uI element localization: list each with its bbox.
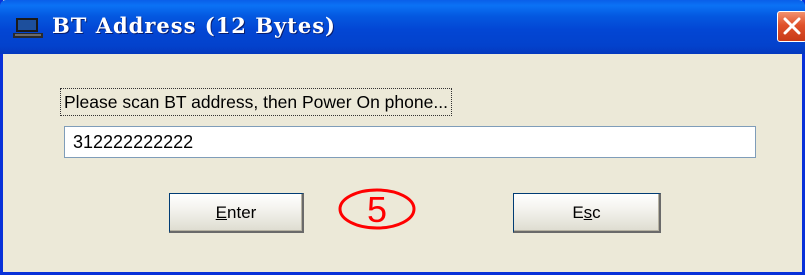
esc-label-rest: c	[592, 202, 601, 222]
esc-button[interactable]: Esc	[513, 193, 661, 233]
title-bar[interactable]: BT Address (12 Bytes)	[0, 0, 805, 54]
enter-label-rest: nter	[227, 202, 257, 222]
window-title: BT Address (12 Bytes)	[52, 13, 336, 38]
close-button[interactable]	[777, 11, 805, 42]
esc-label-prefix: E	[572, 202, 584, 222]
computer-icon	[13, 18, 43, 38]
enter-button[interactable]: Enter	[169, 193, 304, 233]
dialog-window: BT Address (12 Bytes) Please scan BT add…	[0, 0, 805, 275]
bt-address-input[interactable]	[64, 126, 756, 158]
step-marker-number: 5	[367, 189, 387, 230]
step-marker: 5	[338, 188, 416, 230]
close-icon	[783, 17, 801, 35]
scan-prompt-label: Please scan BT address, then Power On ph…	[60, 88, 452, 116]
enter-mnemonic: E	[215, 202, 228, 222]
esc-mnemonic: s	[583, 202, 593, 222]
